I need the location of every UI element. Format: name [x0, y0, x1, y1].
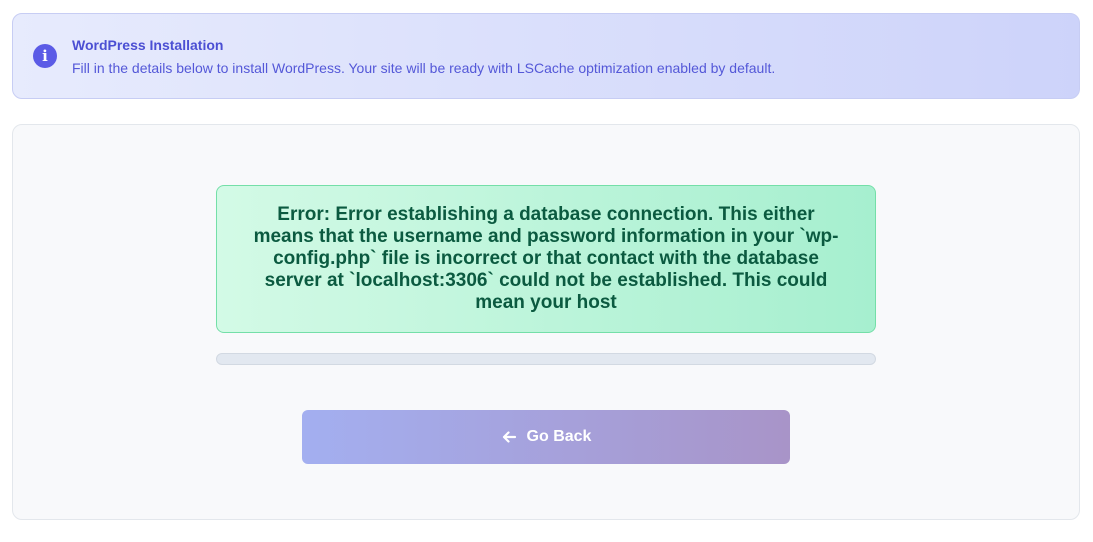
go-back-button[interactable]: Go Back: [302, 410, 790, 464]
installation-panel: Error: Error establishing a database con…: [12, 124, 1080, 520]
arrow-left-icon: [501, 429, 517, 445]
status-message-box: Error: Error establishing a database con…: [216, 185, 876, 333]
go-back-label: Go Back: [526, 428, 592, 445]
status-message: Error: Error establishing a database con…: [253, 204, 839, 313]
banner-text: Fill in the details below to install Wor…: [72, 60, 776, 76]
info-banner: i WordPress Installation Fill in the det…: [12, 13, 1080, 99]
progress-bar: [216, 353, 876, 365]
banner-title: WordPress Installation: [72, 37, 224, 53]
info-icon: i: [33, 44, 57, 68]
